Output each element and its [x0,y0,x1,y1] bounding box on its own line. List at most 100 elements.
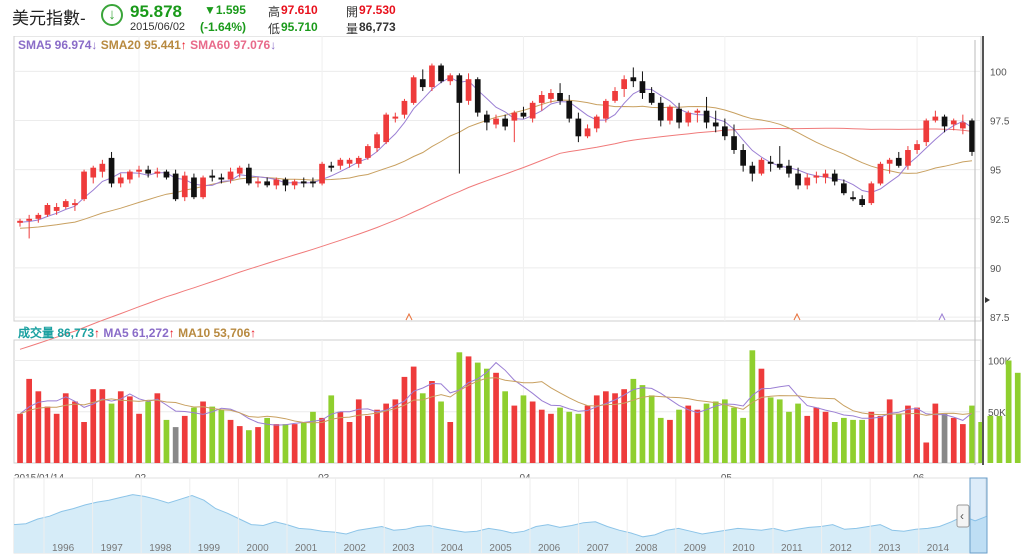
candle-body [685,112,692,123]
legend-ma10: MA10 53,706 [178,326,251,340]
candle-body [447,75,454,82]
candle-body [26,218,32,221]
volume-legend: 成交量 86,773↑ MA5 61,272↑ MA10 53,706↑ [18,324,256,341]
candle-body [923,120,930,143]
candle-body [392,116,399,119]
volume-bar [117,391,124,464]
candle-body [758,159,765,174]
volume-bar [584,405,591,463]
candle-body [639,81,646,93]
volume-bar [447,422,454,463]
volume-bar [465,356,472,463]
volume-bar [209,406,216,463]
price-tick-label: 100 [990,67,1007,78]
navigator-selection[interactable] [969,477,988,554]
volume-bar [758,368,765,463]
navigator-year-label: 2004 [441,543,464,554]
volume-bar [703,403,710,463]
candle-body [99,163,106,172]
chart-canvas: 87.59092.59597.510050K100K2015/01/140203… [13,35,1021,554]
navigator-year-label: 2006 [538,543,561,554]
volume-bar [246,430,252,463]
navigator-year-label: 1996 [52,543,75,554]
volume-bar [603,391,609,464]
volume-bar [81,422,87,463]
candle-body [246,167,252,184]
candle-body [877,163,884,184]
volume-bar [17,413,23,463]
candle-body [557,93,563,101]
volume-label: 量 [346,22,359,36]
last-price: 95.878 [130,2,182,21]
candle-body [841,183,847,194]
candle-body [401,100,408,115]
candle-body [273,179,280,186]
volume-bar [795,403,801,463]
navigator-year-label: 2005 [489,543,512,554]
volume-bar [648,395,655,463]
candle-body [255,181,261,184]
price-tick-label: 95 [990,166,1002,177]
volume-bar [850,419,856,463]
candle-body [786,165,792,174]
candle-body [566,100,573,119]
open-value: 97.530 [359,3,396,17]
candle-body [127,171,133,180]
price-change-percent: (-1.64%) [200,20,247,34]
volume-bar [566,411,573,464]
navigator-year-label: 1997 [101,543,124,554]
candle-body [712,122,719,127]
candle-body [795,173,801,186]
volume-bar [218,409,225,463]
volume-bar [291,424,298,463]
volume-bar [804,415,811,463]
legend-ma10-arrow: ↑ [250,326,257,340]
candle-body [72,203,78,206]
candle-body [465,79,472,101]
candle-body [108,157,115,184]
candle-body [950,120,957,125]
volume-bar [1005,360,1012,463]
volume-bar [960,424,966,463]
candle-body [346,159,353,164]
volume-bar [685,405,692,463]
volume-bar [630,378,637,463]
legend-sma20: SMA20 95.441 [100,38,181,52]
candle-body [667,106,673,121]
volume-bar [932,403,939,463]
price-tick-label: 92.5 [990,215,1010,226]
volume-bar [886,399,893,463]
candle-body [511,112,518,121]
navigator-year-label: 2010 [732,543,755,554]
candle-body [740,150,746,166]
candle-body [969,120,975,152]
volume-bar [328,395,335,463]
candle-body [886,159,893,164]
volume-bar [520,395,527,463]
volume-bar [923,442,930,463]
volume-bar [200,401,206,463]
candle-body [859,199,865,205]
navigator-year-label: 2000 [246,543,269,554]
candle-body [44,205,51,215]
navigator-year-label: 1998 [149,543,172,554]
volume-bar [401,376,408,463]
volume-bar [383,403,389,463]
volume-bar [841,417,847,463]
volume-bar [667,419,673,463]
candle-body [310,181,316,184]
candle-body [429,65,435,88]
candle-body [484,114,490,123]
price-change: ▼1.595 [204,3,246,17]
candle-body [319,163,325,184]
candle-body [474,79,481,113]
candle-body [117,177,124,184]
candle-body [172,173,179,200]
volume-bar [868,411,875,464]
candle-body [419,79,426,88]
volume-bar [62,393,69,463]
navigator-year-label: 2012 [830,543,853,554]
candle-body [154,171,161,174]
candle-body [355,157,362,164]
volume-bar [575,413,582,463]
